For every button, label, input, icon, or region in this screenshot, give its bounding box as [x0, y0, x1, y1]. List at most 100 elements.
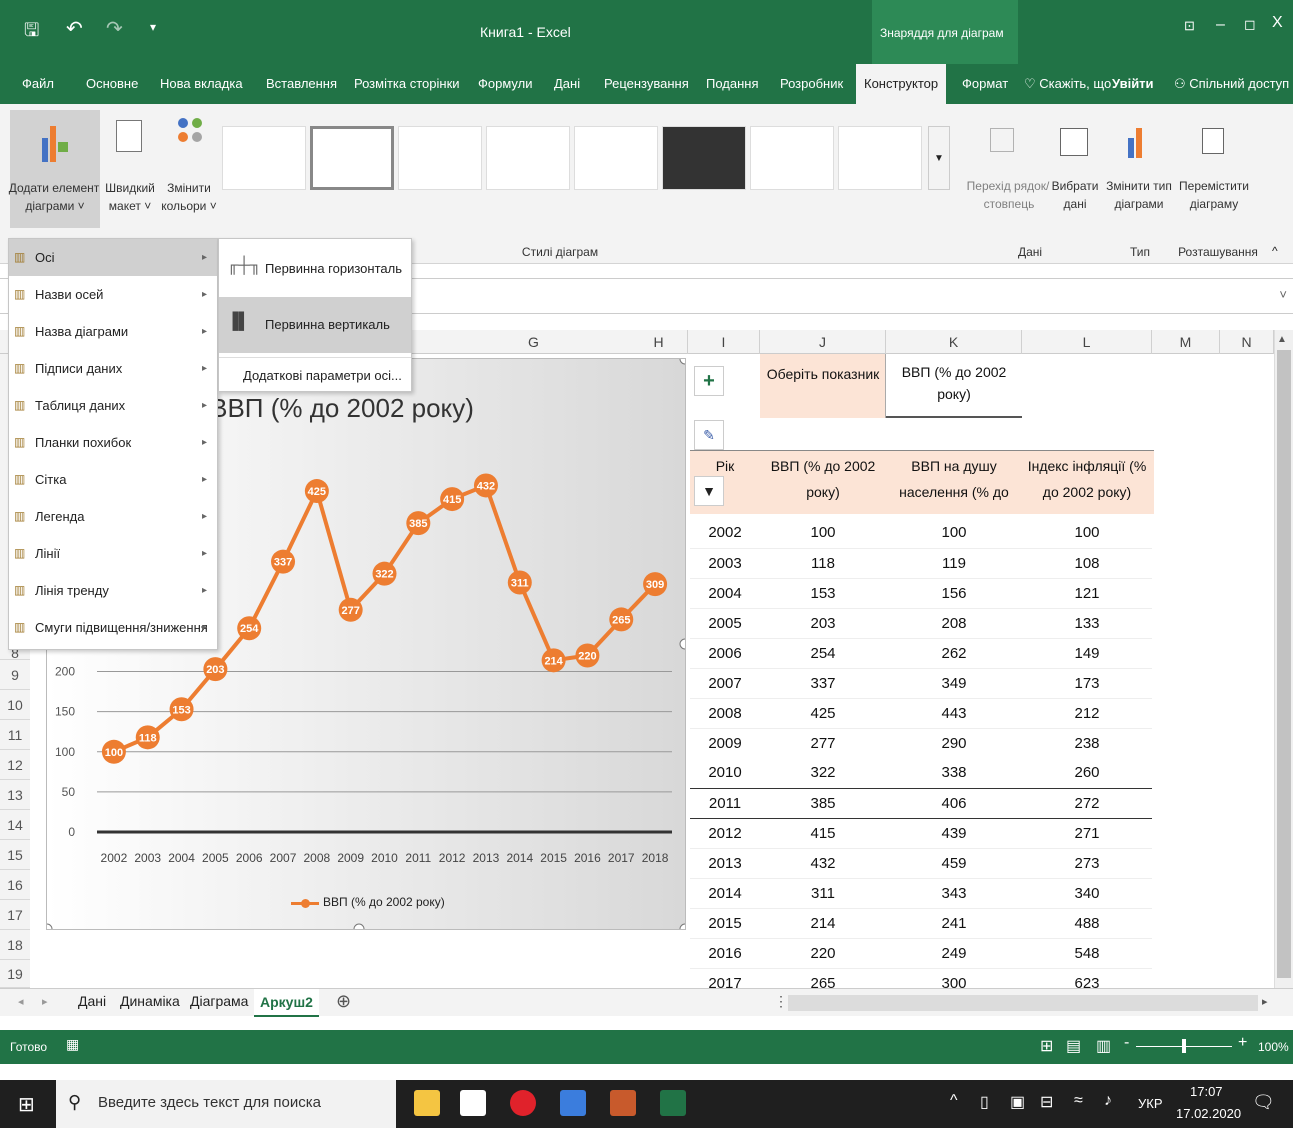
table-cell[interactable]: 340 — [1022, 878, 1152, 909]
col-header-l[interactable]: L — [1022, 330, 1152, 354]
table-cell[interactable]: 459 — [886, 848, 1022, 879]
menu-item-0[interactable]: ▥ Осі ▸ — [9, 239, 217, 276]
tab-home[interactable]: Основне — [86, 64, 138, 104]
tab-view[interactable]: Подання — [706, 64, 759, 104]
table-cell[interactable]: 548 — [1022, 938, 1152, 969]
menu-item-6[interactable]: ▥ Сітка ▸ — [9, 461, 217, 498]
page-break-view-icon[interactable]: ▥ — [1096, 1036, 1111, 1056]
file-explorer-icon[interactable] — [414, 1090, 440, 1116]
app-icon[interactable] — [610, 1090, 636, 1116]
table-cell[interactable]: 2015 — [690, 908, 760, 939]
table-cell[interactable]: 425 — [760, 698, 886, 729]
table-cell[interactable]: 100 — [886, 518, 1022, 548]
notepad-icon[interactable] — [560, 1090, 586, 1116]
tab-new[interactable]: Нова вкладка — [160, 64, 243, 104]
table-cell[interactable]: 121 — [1022, 578, 1152, 609]
menu-item-1[interactable]: ▥ Назви осей ▸ — [9, 276, 217, 313]
table-cell[interactable]: 241 — [886, 908, 1022, 939]
menu-item-5[interactable]: ▥ Планки похибок ▸ — [9, 424, 217, 461]
table-cell[interactable]: 149 — [1022, 638, 1152, 669]
tab-format[interactable]: Формат — [962, 64, 1008, 104]
save-icon[interactable]: 🖫 — [24, 18, 39, 48]
minimize-icon[interactable]: – — [1216, 16, 1225, 34]
tab-file[interactable]: Файл — [22, 64, 54, 104]
ribbon-display-icon[interactable]: ⊡ — [1184, 18, 1195, 34]
submenu-item-more-axis-options[interactable]: Додаткові параметри осі... — [219, 357, 411, 391]
table-cell[interactable]: 254 — [760, 638, 886, 669]
close-icon[interactable]: X — [1272, 14, 1283, 32]
table-cell[interactable]: 290 — [886, 728, 1022, 759]
table-cell[interactable]: 2005 — [690, 608, 760, 639]
horizontal-scrollbar[interactable] — [788, 995, 1258, 1011]
table-cell[interactable]: 2006 — [690, 638, 760, 669]
menu-item-3[interactable]: ▥ Підписи даних ▸ — [9, 350, 217, 387]
tray-battery-icon[interactable]: ⊟ — [1040, 1092, 1053, 1112]
vertical-scrollbar[interactable]: ▲ — [1274, 330, 1293, 988]
col-header-n[interactable]: N — [1220, 330, 1274, 354]
table-cell[interactable]: 2003 — [690, 548, 760, 579]
table-cell[interactable]: 2008 — [690, 698, 760, 729]
table-cell[interactable]: 343 — [886, 878, 1022, 909]
table-cell[interactable]: 2016 — [690, 938, 760, 969]
normal-view-icon[interactable]: ⊞ — [1040, 1036, 1053, 1056]
next-sheet-arrow[interactable]: ▸ — [42, 995, 48, 1008]
scroll-up-arrow[interactable]: ▲ — [1277, 334, 1287, 345]
language-indicator[interactable]: УКР — [1138, 1096, 1163, 1111]
table-cell[interactable]: 260 — [1022, 758, 1152, 788]
table-cell[interactable]: 119 — [886, 548, 1022, 579]
table-cell[interactable]: 272 — [1022, 788, 1152, 819]
col-header-m[interactable]: M — [1152, 330, 1220, 354]
row-header[interactable]: 15 — [0, 840, 30, 870]
row-header[interactable]: 17 — [0, 900, 30, 930]
table-cell[interactable]: 238 — [1022, 728, 1152, 759]
table-cell[interactable]: 262 — [886, 638, 1022, 669]
col-header-k[interactable]: K — [886, 330, 1022, 354]
table-cell[interactable]: 2014 — [690, 878, 760, 909]
sheet-tab-dynamics[interactable]: Динаміка — [120, 993, 180, 1009]
chart-style-8[interactable] — [838, 126, 922, 190]
prev-sheet-arrow[interactable]: ◂ — [18, 995, 24, 1008]
table-cell[interactable]: 2002 — [690, 518, 760, 548]
row-header[interactable]: 10 — [0, 690, 30, 720]
wifi-icon[interactable]: ≈ — [1074, 1092, 1083, 1110]
tab-design[interactable]: Конструктор — [856, 64, 947, 104]
add-chart-element-button[interactable]: Додати елемент діаграми ˅ — [9, 110, 100, 228]
menu-item-10[interactable]: ▥ Смуги підвищення/зниження ▸ — [9, 609, 217, 646]
tell-me-search[interactable]: ♡ Скажіть, що — [1024, 64, 1111, 104]
opera-icon[interactable] — [510, 1090, 536, 1116]
tray-device-icon[interactable]: ▯ — [980, 1092, 989, 1112]
row-header[interactable]: 18 — [0, 930, 30, 960]
chart-style-1[interactable] — [222, 126, 306, 190]
tab-developer[interactable]: Розробник — [780, 64, 843, 104]
tab-data[interactable]: Дані — [554, 64, 580, 104]
table-cell[interactable]: 415 — [760, 818, 886, 849]
table-cell[interactable]: 2004 — [690, 578, 760, 609]
col-header-j[interactable]: J — [760, 330, 886, 354]
table-cell[interactable]: 265 — [760, 968, 886, 988]
volume-icon[interactable]: ♪ — [1104, 1092, 1112, 1110]
quick-layout-button[interactable]: Швидкий макет ˅ — [102, 110, 158, 228]
tray-app-icon[interactable]: ▣ — [1010, 1092, 1025, 1112]
tab-review[interactable]: Рецензування — [604, 64, 689, 104]
row-header[interactable]: 19 — [0, 960, 30, 988]
col-header-h[interactable]: H — [630, 330, 688, 354]
zoom-out-icon[interactable]: - — [1124, 1034, 1129, 1052]
table-cell[interactable]: 133 — [1022, 608, 1152, 639]
signin-link[interactable]: Увійти — [1112, 64, 1154, 104]
table-cell[interactable]: 2013 — [690, 848, 760, 879]
menu-item-4[interactable]: ▥ Таблиця даних ▸ — [9, 387, 217, 424]
submenu-item-primary-horizontal[interactable]: ╓┼╖ Первинна горизонталь — [219, 241, 411, 297]
table-cell[interactable]: 337 — [760, 668, 886, 699]
tab-insert[interactable]: Вставлення — [266, 64, 337, 104]
move-chart-button[interactable]: Перемістити діаграму — [1176, 120, 1252, 220]
add-sheet-icon[interactable]: ⊕ — [336, 991, 351, 1012]
menu-item-9[interactable]: ▥ Лінія тренду ▸ — [9, 572, 217, 609]
table-cell[interactable]: 153 — [760, 578, 886, 609]
table-cell[interactable]: 443 — [886, 698, 1022, 729]
change-chart-type-button[interactable]: Змінити тип діаграми — [1104, 120, 1174, 220]
clock-time[interactable]: 17:07 — [1190, 1084, 1223, 1099]
table-cell[interactable]: 338 — [886, 758, 1022, 788]
menu-item-7[interactable]: ▥ Легенда ▸ — [9, 498, 217, 535]
table-cell[interactable]: 273 — [1022, 848, 1152, 879]
table-cell[interactable]: 406 — [886, 788, 1022, 819]
